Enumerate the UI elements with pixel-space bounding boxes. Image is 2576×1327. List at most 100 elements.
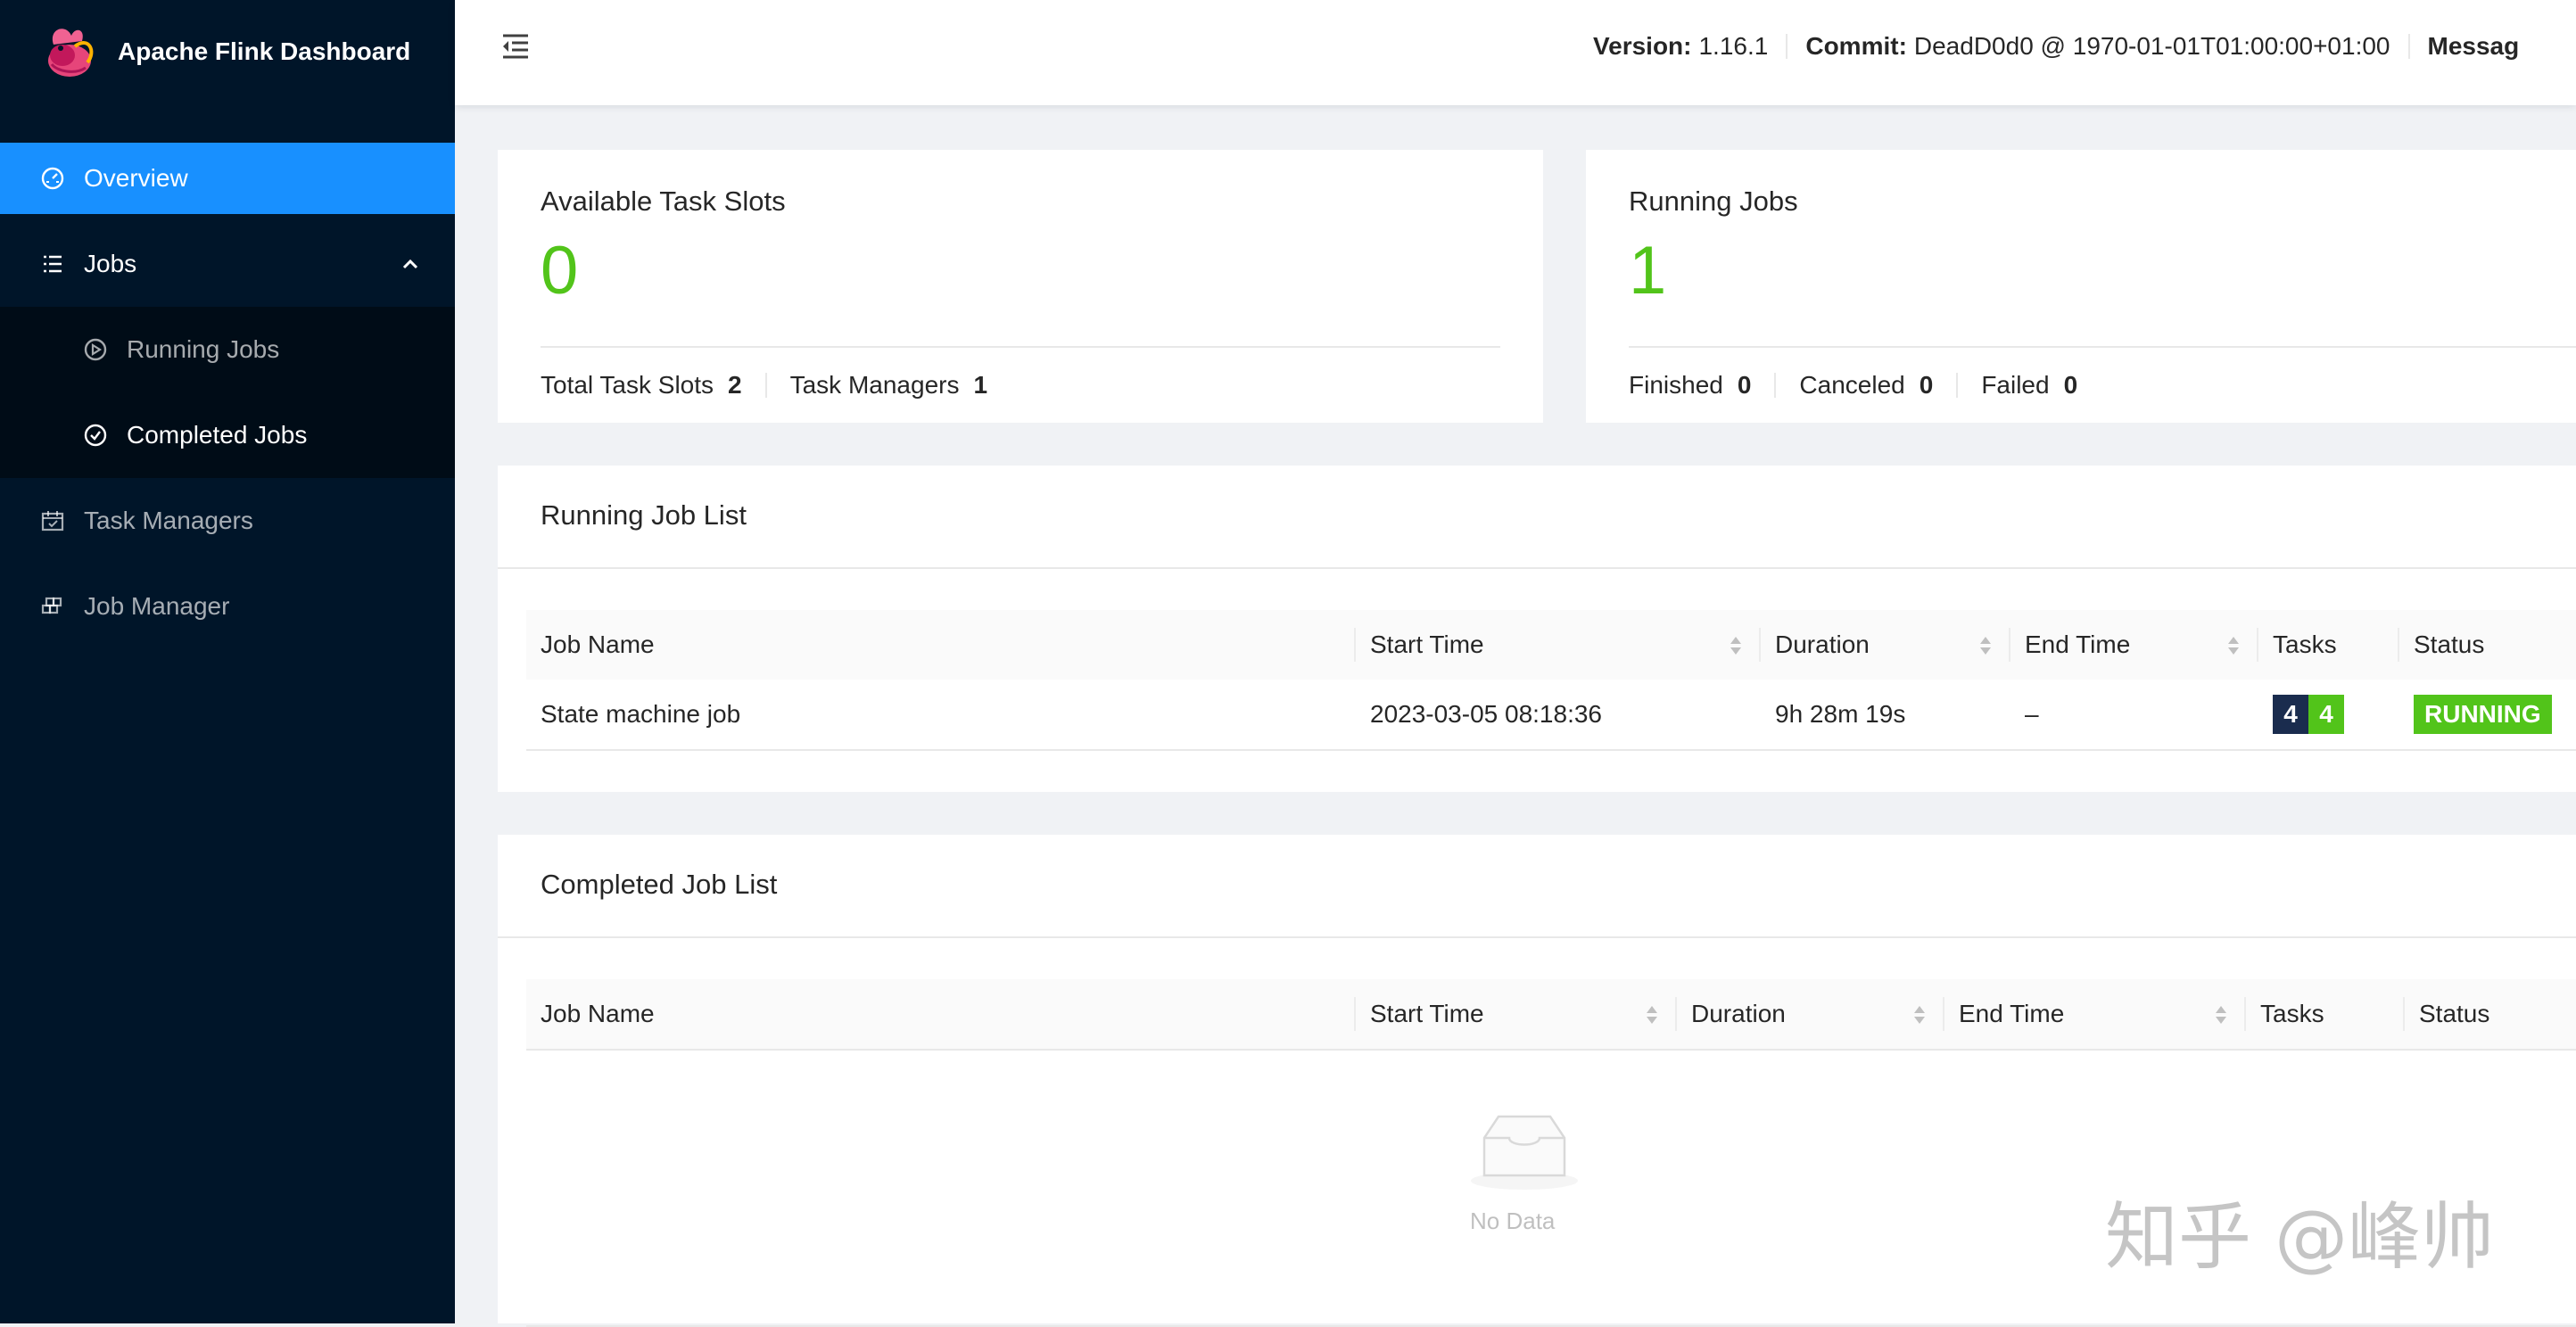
- build-icon: [39, 593, 66, 620]
- col-label: Duration: [1691, 1000, 1786, 1027]
- divider: [1774, 373, 1777, 398]
- total-slots-label: Total Task Slots: [541, 371, 714, 399]
- col-end-time[interactable]: End Time: [2025, 610, 2257, 680]
- col-duration[interactable]: Duration: [1691, 979, 1943, 1049]
- running-jobs-card: Running Jobs 1 Finished 0 Canceled 0 Fai…: [1586, 150, 2576, 423]
- duration-cell: 9h 28m 19s: [1775, 700, 1906, 728]
- divider: [1675, 997, 1677, 1031]
- check-circle-icon: [82, 422, 109, 449]
- table-header: Job Name Start Time Duration End Time Ta…: [526, 979, 2576, 1051]
- total-slots-value: 2: [728, 371, 742, 399]
- sort-icon[interactable]: [1645, 1002, 1659, 1027]
- schedule-icon: [39, 507, 66, 534]
- divider: [2257, 628, 2258, 662]
- failed-label: Failed: [1981, 371, 2050, 399]
- finished-label: Finished: [1629, 371, 1723, 399]
- col-start-time[interactable]: Start Time: [1370, 610, 1759, 680]
- col-job-name[interactable]: Job Name: [541, 610, 1343, 680]
- divider: [764, 373, 767, 398]
- start-time-cell: 2023-03-05 08:18:36: [1370, 700, 1602, 728]
- divider: [2009, 628, 2010, 662]
- message-label[interactable]: Messag: [2428, 32, 2520, 61]
- col-status: Status: [2414, 631, 2485, 658]
- running-jobs-table: Job Name Start Time Duration End Time Ta…: [526, 610, 2576, 753]
- app-logo[interactable]: Apache Flink Dashboard: [36, 12, 410, 91]
- empty-text: No Data: [1470, 1207, 1556, 1234]
- sidebar-item-running-jobs[interactable]: Running Jobs: [0, 314, 455, 385]
- divider: [2244, 997, 2246, 1031]
- task-managers-value: 1: [973, 371, 988, 399]
- tasks-cell: 4 4: [2273, 680, 2344, 749]
- divider: [1786, 34, 1788, 59]
- finished-value: 0: [1737, 371, 1752, 399]
- sidebar-item-label: Job Manager: [84, 592, 230, 620]
- chevron-up-icon: [402, 259, 418, 269]
- col-end-time[interactable]: End Time: [1959, 979, 2244, 1049]
- canceled-label: Canceled: [1799, 371, 1905, 399]
- col-job-name[interactable]: Job Name: [541, 979, 1343, 1049]
- col-start-time[interactable]: Start Time: [1370, 979, 1675, 1049]
- tasks-total-badge: 4: [2273, 695, 2308, 734]
- divider: [1943, 997, 1944, 1031]
- sort-icon[interactable]: [2214, 1002, 2228, 1027]
- top-header: Version: 1.16.1 Commit: DeadD0d0 @ 1970-…: [455, 0, 2576, 105]
- col-status: Status: [2419, 1000, 2490, 1027]
- task-slots-footer: Total Task Slots 2 Task Managers 1: [541, 371, 987, 400]
- task-managers-label: Task Managers: [789, 371, 960, 399]
- card-title: Running Jobs: [1629, 185, 1798, 217]
- col-tasks: Tasks: [2273, 631, 2337, 658]
- sidebar: Apache Flink Dashboard Overview Jobs Run…: [0, 0, 455, 1323]
- col-label: End Time: [1959, 1000, 2065, 1027]
- status-cell: RUNNING: [2414, 680, 2552, 749]
- sidebar-item-task-managers[interactable]: Task Managers: [0, 485, 455, 556]
- sidebar-item-label: Overview: [84, 164, 188, 192]
- empty-inbox-icon: [1471, 1115, 1578, 1190]
- version-value: 1.16.1: [1698, 32, 1769, 60]
- running-jobs-value: 1: [1629, 233, 1667, 309]
- divider: [1759, 628, 1761, 662]
- col-label: Start Time: [1370, 1000, 1484, 1027]
- status-badge: RUNNING: [2414, 695, 2552, 734]
- watermark: 知乎 @峰帅: [2105, 1195, 2495, 1280]
- divider: [2403, 997, 2405, 1031]
- table-header: Job Name Start Time Duration End Time Ta…: [526, 610, 2576, 681]
- tasks-running-badge: 4: [2308, 695, 2344, 734]
- end-time-cell: –: [2025, 700, 2039, 728]
- running-jobs-footer: Finished 0 Canceled 0 Failed 0: [1629, 371, 2077, 400]
- col-label: End Time: [2025, 631, 2131, 658]
- sidebar-item-overview[interactable]: Overview: [0, 143, 455, 214]
- card-header: Running Job List: [498, 466, 2576, 569]
- sidebar-item-label: Jobs: [84, 250, 137, 277]
- failed-value: 0: [2063, 371, 2078, 399]
- table-row[interactable]: State machine job 2023-03-05 08:18:36 9h…: [526, 680, 2576, 751]
- sidebar-item-label: Running Jobs: [127, 335, 280, 363]
- card-title: Running Job List: [541, 499, 747, 531]
- sort-icon[interactable]: [1912, 1002, 1927, 1027]
- divider: [1354, 628, 1356, 662]
- divider: [541, 346, 1500, 348]
- card-title: Available Task Slots: [541, 185, 786, 217]
- sort-icon[interactable]: [2226, 633, 2241, 658]
- card-title: Completed Job List: [541, 869, 778, 900]
- sidebar-item-jobs[interactable]: Jobs: [0, 228, 455, 300]
- divider: [1629, 346, 2576, 348]
- divider: [2398, 628, 2399, 662]
- sort-icon[interactable]: [1729, 633, 1743, 658]
- col-duration[interactable]: Duration: [1775, 610, 2009, 680]
- commit-value: DeadD0d0 @ 1970-01-01T01:00:00+01:00: [1913, 32, 2390, 60]
- menu-fold-icon[interactable]: [498, 29, 533, 64]
- sidebar-item-completed-jobs[interactable]: Completed Jobs: [0, 400, 455, 471]
- app-title: Apache Flink Dashboard: [118, 37, 411, 65]
- play-circle-icon: [82, 336, 109, 363]
- sidebar-item-label: Task Managers: [84, 507, 253, 534]
- divider: [1354, 997, 1356, 1031]
- col-label: Duration: [1775, 631, 1870, 658]
- available-slots-value: 0: [541, 233, 579, 309]
- col-tasks: Tasks: [2260, 1000, 2324, 1027]
- divider: [1956, 373, 1959, 398]
- sidebar-item-label: Completed Jobs: [127, 421, 308, 449]
- sort-icon[interactable]: [1978, 633, 1993, 658]
- commit-label: Commit:: [1805, 32, 1907, 60]
- sidebar-item-job-manager[interactable]: Job Manager: [0, 571, 455, 642]
- version-label: Version:: [1593, 32, 1692, 60]
